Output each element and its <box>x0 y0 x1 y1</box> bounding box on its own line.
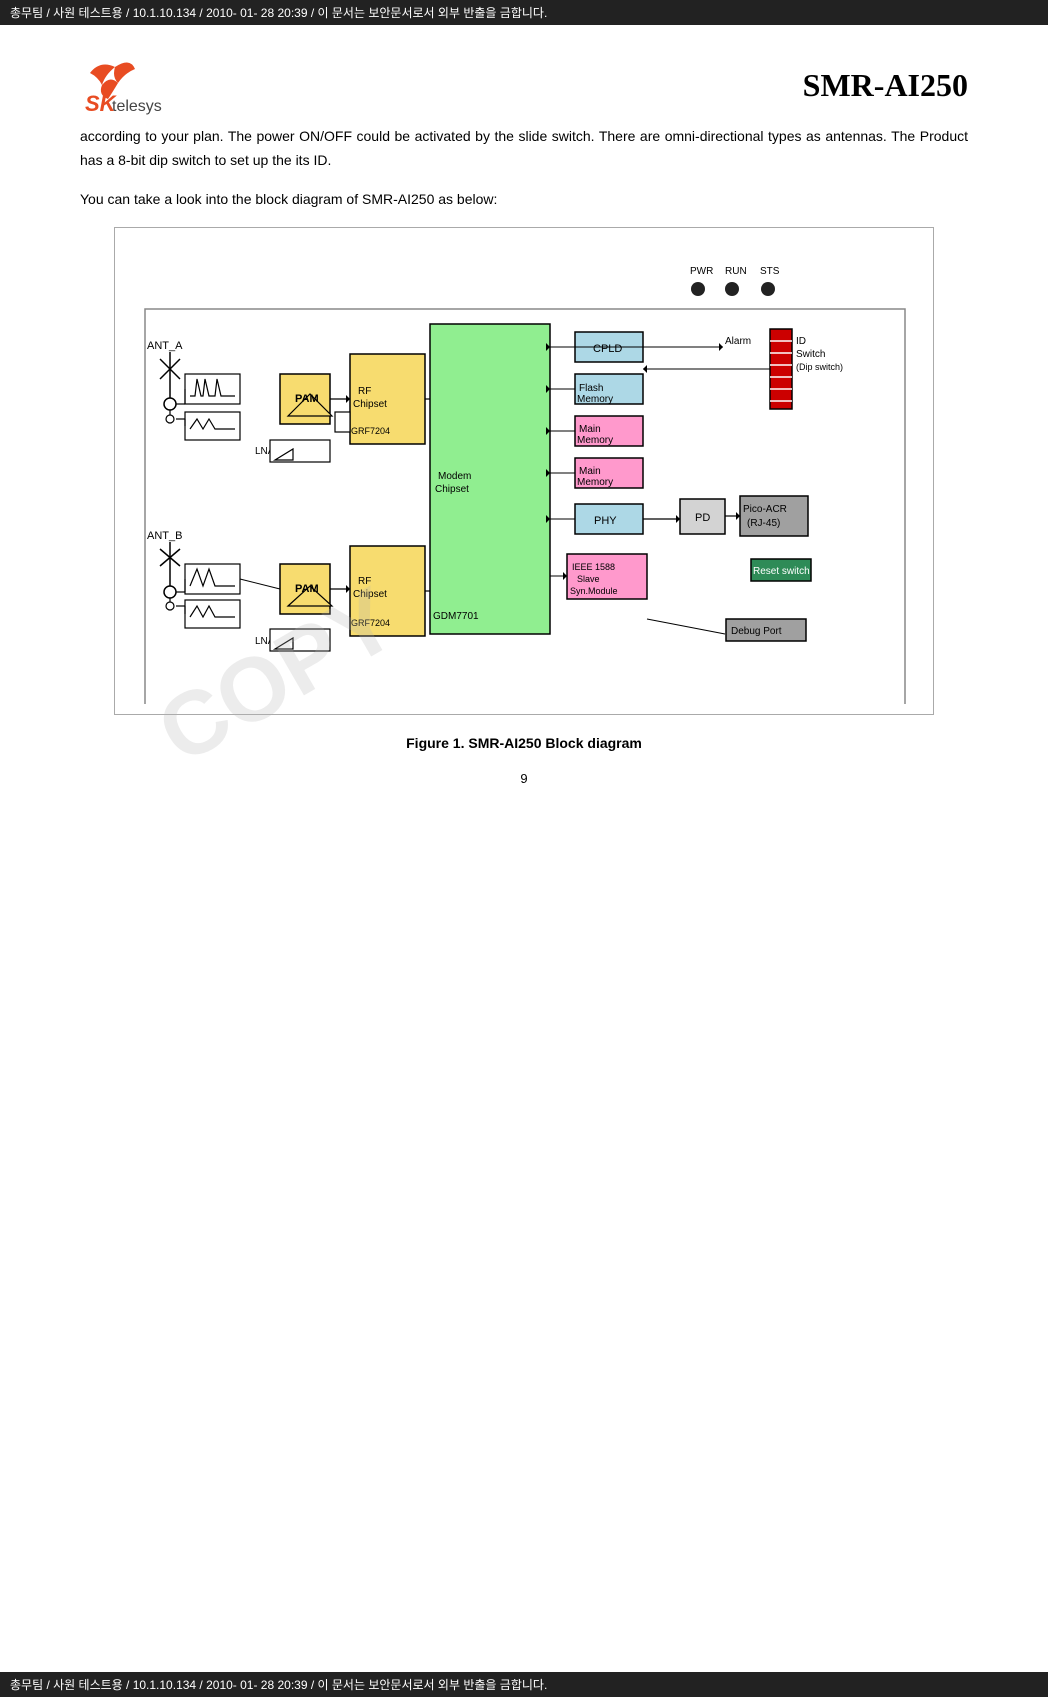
pd-label: PD <box>695 512 710 524</box>
ieee-label2: Slave <box>577 574 600 584</box>
page-number: 9 <box>80 771 968 786</box>
sk-logo-svg: SK telesys <box>80 55 170 115</box>
alarm-label: Alarm <box>725 336 751 347</box>
ant-a-node <box>164 398 176 410</box>
gdm7701-label: GDM7701 <box>433 611 479 622</box>
modem-chipset-label1: Modem <box>438 471 471 482</box>
phy-label: PHY <box>594 515 617 527</box>
waveform-box-bot2 <box>185 600 240 628</box>
ieee-debug-line <box>647 619 725 634</box>
pwr-led <box>691 282 705 296</box>
ant-a-node2 <box>166 415 174 423</box>
id-switch-arrow <box>643 365 647 373</box>
ant-b-label: ANT_B <box>147 530 182 542</box>
grf7204-bot-label: GRF7204 <box>351 618 390 628</box>
header-text: 총무팀 / 사원 테스트용 / 10.1.10.134 / 2010- 01- … <box>10 4 547 21</box>
ant-a-label: ANT_A <box>147 340 183 352</box>
footer-text: 총무팀 / 사원 테스트용 / 10.1.10.134 / 2010- 01- … <box>10 1676 547 1693</box>
main-memory-1-label2: Memory <box>577 435 613 446</box>
ieee-label3: Syn.Module <box>570 586 618 596</box>
cpld-label: CPLD <box>593 343 622 355</box>
header-bar: 총무팀 / 사원 테스트용 / 10.1.10.134 / 2010- 01- … <box>0 0 1048 25</box>
block-diagram-svg: PWR RUN STS ANT_A <box>125 244 925 704</box>
id-label: ID <box>796 336 806 347</box>
page-content: SK telesys SMR-AI250 according to your p… <box>0 25 1048 816</box>
sk-logo: SK telesys <box>80 55 170 115</box>
ieee-label1: IEEE 1588 <box>572 562 615 572</box>
block-diagram: PWR RUN STS ANT_A <box>114 227 934 715</box>
rf-chipset-top-label2: Chipset <box>353 399 387 410</box>
diagram-intro: You can take a look into the block diagr… <box>80 191 968 207</box>
rf-chipset-top-label1: RF <box>358 386 371 397</box>
body-text: according to your plan. The power ON/OFF… <box>80 125 968 173</box>
main-memory-1-label1: Main <box>579 424 601 435</box>
footer-bar: 총무팀 / 사원 테스트용 / 10.1.10.134 / 2010- 01- … <box>0 1672 1048 1697</box>
ant-b-node2 <box>166 602 174 610</box>
run-label: RUN <box>725 266 747 277</box>
logo-area: SK telesys SMR-AI250 <box>80 55 968 115</box>
model-title: SMR-AI250 <box>803 67 968 104</box>
main-memory-2-label2: Memory <box>577 477 613 488</box>
pico-acr-box <box>740 496 808 536</box>
grf7204-top-label: GRF7204 <box>351 426 390 436</box>
switch-label: Switch <box>796 349 825 360</box>
run-led <box>725 282 739 296</box>
rf-chipset-bot-label1: RF <box>358 576 371 587</box>
waveform-box-top2 <box>185 412 240 440</box>
dip-switch-label: (Dip switch) <box>796 362 843 372</box>
wave-pam-line-bot <box>240 579 280 589</box>
main-memory-2-label1: Main <box>579 466 601 477</box>
debug-port-label: Debug Port <box>731 626 782 637</box>
lna-top-wrapper <box>335 412 350 432</box>
ant-b-node <box>164 586 176 598</box>
modem-chipset-label2: Chipset <box>435 484 469 495</box>
alarm-arrow <box>719 343 723 351</box>
rf-chipset-bot-label2: Chipset <box>353 589 387 600</box>
pwr-label: PWR <box>690 266 713 277</box>
pico-acr-label2: (RJ-45) <box>747 518 780 529</box>
flash-memory-label1: Flash <box>579 383 603 394</box>
pico-acr-label1: Pico-ACR <box>743 504 787 515</box>
figure-caption: Figure 1. SMR-AI250 Block diagram <box>80 735 968 751</box>
svg-text:telesys: telesys <box>112 98 162 115</box>
reset-switch-label: Reset switch <box>753 566 810 577</box>
pam-bot-label: PAM <box>295 583 319 595</box>
pam-top-label: PAM <box>295 393 319 405</box>
waveform-box-top <box>185 374 240 404</box>
sts-led <box>761 282 775 296</box>
sts-label: STS <box>760 266 780 277</box>
flash-memory-label2: Memory <box>577 394 613 405</box>
